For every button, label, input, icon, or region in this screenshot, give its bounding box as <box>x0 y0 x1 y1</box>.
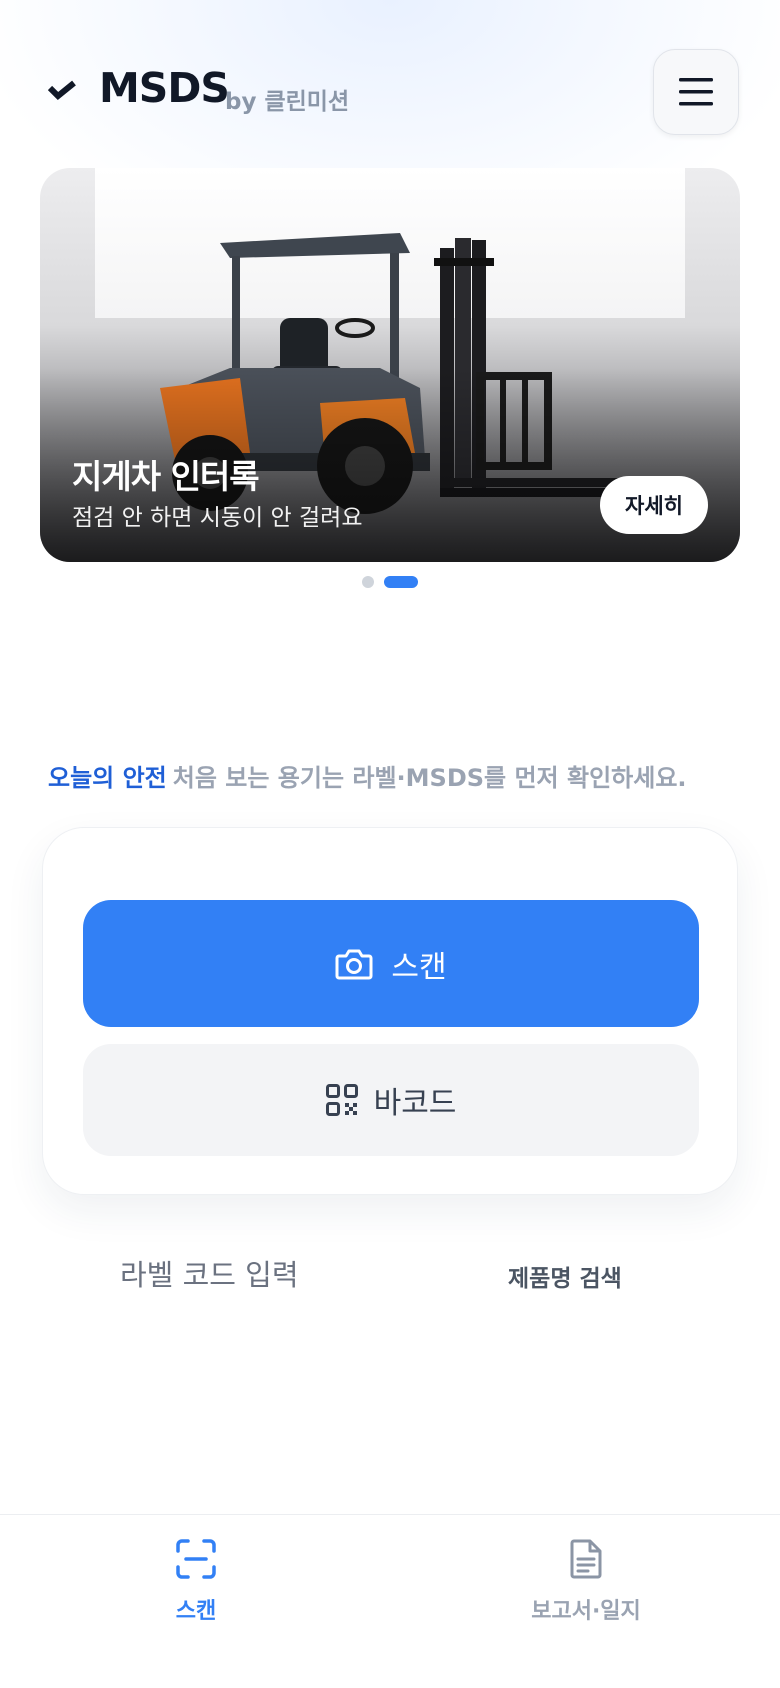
menu-button[interactable] <box>653 49 739 135</box>
nav-label-scan: 스캔 <box>175 1599 217 1624</box>
barcode-button[interactable]: 바코드 <box>83 1044 699 1156</box>
bottom-navigation: 스캔 보고서·일지 <box>0 1514 780 1688</box>
hamburger-menu-icon <box>679 78 713 106</box>
app-title: MSDS <box>99 64 230 112</box>
safety-tip-label: 오늘의 안전 <box>48 764 167 792</box>
promo-banner[interactable]: 지게차 인터록 점검 안 하면 시동이 안 걸려요 자세히 <box>40 168 740 562</box>
barcode-button-label: 바코드 <box>373 1087 457 1120</box>
product-search-link[interactable]: 제품명 검색 <box>508 1259 622 1293</box>
safety-tip: 오늘의 안전 처음 보는 용기는 라벨·MSDS를 먼저 확인하세요. <box>48 758 687 793</box>
camera-icon <box>335 949 373 979</box>
banner-detail-button[interactable]: 자세히 <box>600 476 708 534</box>
banner-subtitle: 점검 안 하면 시동이 안 걸려요 <box>72 505 363 531</box>
document-icon <box>570 1539 602 1579</box>
qr-code-icon <box>325 1084 358 1116</box>
nav-label-reports: 보고서·일지 <box>531 1599 641 1624</box>
carousel-dot-active[interactable] <box>384 576 418 588</box>
nav-item-scan[interactable]: 스캔 <box>96 1515 296 1645</box>
app-subtitle: by 클린미션 <box>225 89 350 115</box>
label-code-input-link[interactable]: 라벨 코드 입력 <box>120 1252 299 1294</box>
nav-item-reports[interactable]: 보고서·일지 <box>486 1515 686 1645</box>
scan-button[interactable]: 스캔 <box>83 900 699 1027</box>
scan-button-label: 스캔 <box>391 950 447 984</box>
scan-frame-icon <box>176 1539 216 1579</box>
app-screen: MSDS by 클린미션 지게차 인터록 점검 안 하면 시동이 안 걸려요 자… <box>0 0 780 1688</box>
action-card: 스캔 바코드 <box>42 827 738 1195</box>
safety-tip-text: 처음 보는 용기는 라벨·MSDS를 먼저 확인하세요. <box>172 764 687 792</box>
carousel-dot[interactable] <box>362 576 374 588</box>
check-mark-logo-icon <box>48 80 76 101</box>
banner-title: 지게차 인터록 <box>72 457 260 496</box>
carousel-indicator <box>0 576 780 588</box>
app-header: MSDS by 클린미션 <box>0 0 780 160</box>
